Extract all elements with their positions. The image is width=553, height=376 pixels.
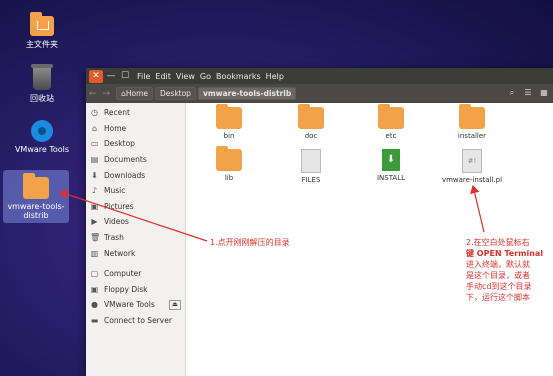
annotation-arrow-1: [58, 189, 208, 242]
annotation-note-2: 2.在空白处鼠标右 键 OPEN Terminal 进入终端，默认就 是这个目录…: [466, 238, 544, 302]
annotation-arrow-2: [470, 184, 485, 233]
annotation-arrows: [58, 184, 485, 242]
annotation-note-1: 1.点开刚刚解压的目录: [210, 238, 290, 247]
